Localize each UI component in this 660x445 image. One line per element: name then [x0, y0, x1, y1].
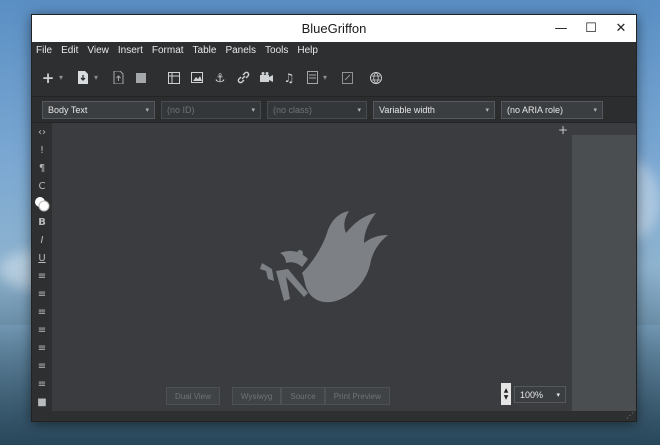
- form-icon[interactable]: [304, 70, 320, 86]
- bullet-list-icon[interactable]: ≡: [32, 267, 52, 285]
- bold-icon[interactable]: B: [32, 213, 52, 231]
- menu-format[interactable]: Format: [152, 45, 184, 56]
- status-bar: ⋰: [52, 411, 636, 421]
- chevron-down-icon: ▾: [593, 106, 597, 114]
- window-controls: — ☐ ✕: [546, 15, 636, 42]
- window-title: BlueGriffon: [301, 21, 367, 36]
- resize-grip-icon[interactable]: ⋰: [626, 411, 634, 420]
- editor-canvas[interactable]: [52, 123, 572, 411]
- color-picker-icon[interactable]: [32, 195, 52, 213]
- chevron-down-icon[interactable]: ▾: [59, 73, 63, 82]
- table-icon[interactable]: [166, 70, 182, 86]
- maximize-button[interactable]: ☐: [576, 15, 606, 42]
- side-panel: [572, 135, 636, 421]
- save-icon[interactable]: [75, 70, 91, 86]
- exclamation-icon[interactable]: !: [32, 141, 52, 159]
- menu-help[interactable]: Help: [297, 45, 318, 56]
- indent-icon[interactable]: ≡: [32, 321, 52, 339]
- align-center-icon[interactable]: ≡: [32, 357, 52, 375]
- main-area: ‹› ! ¶ C B I U ≡ ≡ ≡ ≡ ≡ ≡ ≡ ■ + Dual Vi…: [32, 123, 636, 421]
- code-icon[interactable]: ‹›: [32, 123, 52, 141]
- width-value: Variable width: [379, 104, 435, 115]
- comment-icon[interactable]: C: [32, 177, 52, 195]
- format-sidebar: ‹› ! ¶ C B I U ≡ ≡ ≡ ≡ ≡ ≡ ≡ ■: [32, 123, 52, 421]
- image-icon[interactable]: [189, 70, 205, 86]
- minimize-button[interactable]: —: [546, 15, 576, 42]
- arrow-up-icon[interactable]: ▲: [504, 387, 509, 394]
- menu-bar: File Edit View Insert Format Table Panel…: [32, 42, 636, 59]
- italic-icon[interactable]: I: [32, 231, 52, 249]
- stop-icon[interactable]: [133, 70, 149, 86]
- link-icon[interactable]: [235, 70, 251, 86]
- griffon-logo-icon: [260, 211, 388, 303]
- chevron-down-icon: ▾: [485, 106, 489, 114]
- aria-role-value: (no ARIA role): [507, 104, 564, 115]
- zoom-value: 100%: [520, 389, 544, 400]
- tab-dual-view[interactable]: Dual View: [166, 387, 220, 405]
- menu-view[interactable]: View: [87, 45, 109, 56]
- id-select[interactable]: (no ID) ▾: [161, 100, 261, 119]
- align-right-icon[interactable]: ≡: [32, 375, 52, 393]
- aria-role-select[interactable]: (no ARIA role) ▾: [501, 100, 603, 119]
- paragraph-style-select[interactable]: Body Text ▾: [42, 100, 155, 119]
- numbered-list-icon[interactable]: ≡: [32, 285, 52, 303]
- new-icon[interactable]: +: [40, 69, 56, 87]
- width-select[interactable]: Variable width ▾: [373, 100, 495, 119]
- chevron-down-icon: ▾: [251, 106, 255, 114]
- globe-icon[interactable]: [368, 70, 384, 86]
- paragraph-icon[interactable]: ¶: [32, 159, 52, 177]
- main-toolbar: + ▾ ▾ ⚓ ♫ ▾: [32, 59, 636, 97]
- chevron-down-icon: ▾: [145, 106, 149, 114]
- menu-edit[interactable]: Edit: [61, 45, 78, 56]
- class-select[interactable]: (no class) ▾: [267, 100, 367, 119]
- arrow-down-icon[interactable]: ▼: [504, 394, 509, 401]
- title-bar[interactable]: BlueGriffon — ☐ ✕: [32, 15, 636, 42]
- zoom-stepper[interactable]: ▲ ▼: [501, 383, 511, 405]
- id-placeholder: (no ID): [167, 104, 195, 115]
- menu-insert[interactable]: Insert: [118, 45, 143, 56]
- menu-tools[interactable]: Tools: [265, 45, 288, 56]
- class-placeholder: (no class): [273, 104, 313, 115]
- menu-file[interactable]: File: [36, 45, 52, 56]
- anchor-icon[interactable]: ⚓: [212, 70, 228, 86]
- close-button[interactable]: ✕: [606, 15, 636, 42]
- chevron-down-icon[interactable]: ▾: [323, 73, 327, 82]
- app-window: BlueGriffon — ☐ ✕ File Edit View Insert …: [31, 14, 637, 422]
- audio-icon[interactable]: ♫: [281, 70, 297, 86]
- underline-icon[interactable]: U: [32, 249, 52, 267]
- tab-wysiwyg[interactable]: Wysiwyg: [231, 387, 282, 405]
- view-tabs: Dual View Wysiwyg Source Print Preview: [166, 387, 390, 405]
- menu-panels[interactable]: Panels: [225, 45, 256, 56]
- paragraph-style-value: Body Text: [48, 104, 88, 115]
- chevron-down-icon: ▾: [556, 391, 560, 399]
- outdent-icon[interactable]: ≡: [32, 303, 52, 321]
- video-icon[interactable]: [258, 70, 274, 86]
- export-icon[interactable]: [110, 70, 126, 86]
- edit-icon[interactable]: [339, 70, 355, 86]
- tab-source[interactable]: Source: [281, 387, 325, 405]
- format-bar: Body Text ▾ (no ID) ▾ (no class) ▾ Varia…: [32, 97, 636, 123]
- zoom-select[interactable]: 100% ▾: [514, 386, 566, 403]
- align-left-icon[interactable]: ≡: [32, 339, 52, 357]
- justify-icon[interactable]: ■: [32, 393, 52, 411]
- add-panel-icon[interactable]: +: [558, 123, 568, 137]
- tab-print-preview[interactable]: Print Preview: [324, 387, 390, 405]
- menu-table[interactable]: Table: [193, 45, 217, 56]
- chevron-down-icon: ▾: [357, 106, 361, 114]
- chevron-down-icon[interactable]: ▾: [94, 73, 98, 82]
